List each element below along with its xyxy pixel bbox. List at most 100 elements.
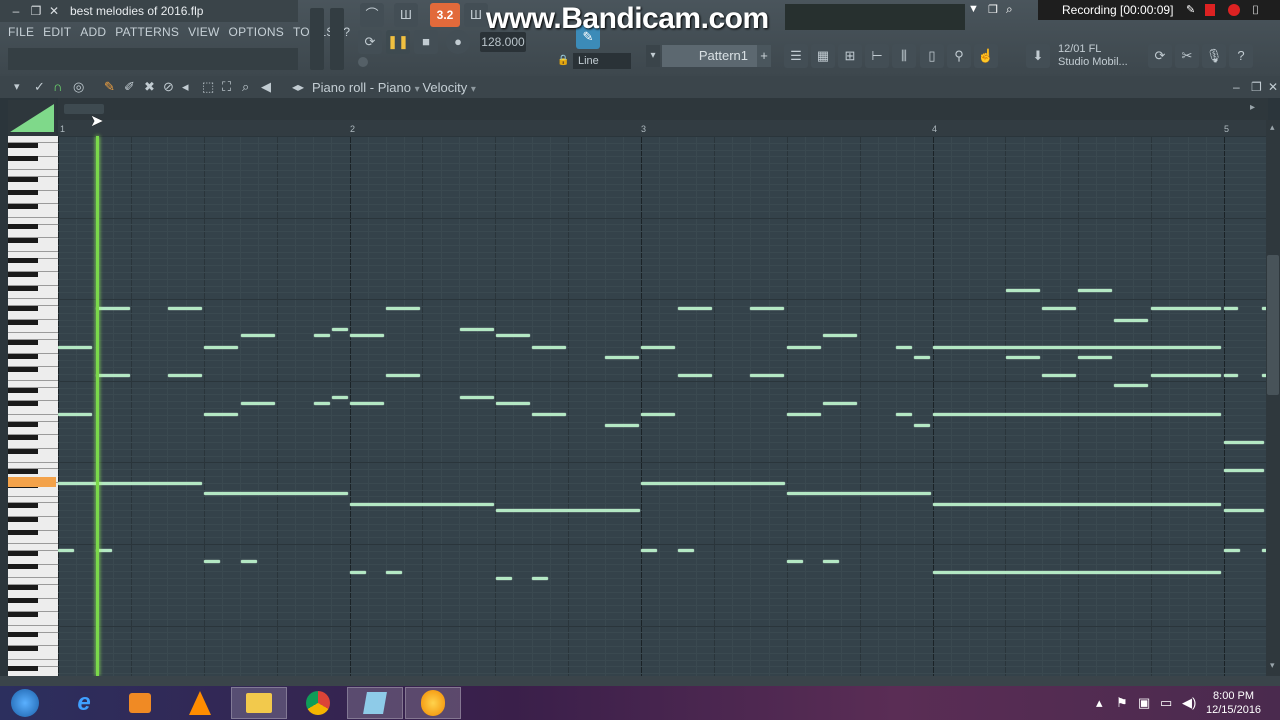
midi-note[interactable] (1151, 374, 1221, 377)
midi-note[interactable] (496, 577, 512, 580)
minimize-piano-roll-icon[interactable]: – (1233, 80, 1240, 94)
black-key[interactable] (8, 612, 38, 617)
midi-note[interactable] (58, 346, 92, 349)
midi-note[interactable] (1114, 384, 1148, 387)
midi-note[interactable] (787, 413, 821, 416)
midi-note[interactable] (1224, 469, 1264, 472)
cpu-icon[interactable]: ✂ (1175, 44, 1199, 68)
chrome-icon[interactable] (290, 687, 346, 719)
black-key[interactable] (8, 564, 38, 570)
midi-note[interactable] (96, 374, 130, 377)
midi-note[interactable] (332, 328, 348, 331)
midi-note[interactable] (350, 402, 384, 405)
midi-note[interactable] (96, 307, 130, 310)
midi-note[interactable] (914, 424, 930, 427)
black-key[interactable] (8, 448, 38, 454)
camera-icon[interactable]: ⌷ (1252, 3, 1259, 18)
midi-note[interactable] (460, 328, 494, 331)
black-key[interactable] (8, 306, 38, 311)
collapse-icon[interactable]: ▼ (968, 3, 979, 15)
download-icon[interactable]: ⬇ (1026, 44, 1050, 68)
maximize-piano-roll-icon[interactable]: ❐ (1251, 80, 1262, 94)
options-arrow-icon[interactable]: ▾ (14, 80, 20, 93)
tray-expand-icon[interactable]: ▴ (1096, 695, 1103, 711)
menu-file[interactable]: FILE (8, 25, 34, 41)
midi-note[interactable] (914, 356, 930, 359)
midi-note[interactable] (678, 549, 694, 552)
paint-brush-icon[interactable]: ✐ (124, 79, 135, 95)
midi-note[interactable] (641, 482, 785, 485)
playlist-icon[interactable]: ☰ (784, 44, 808, 68)
black-key[interactable] (8, 285, 38, 291)
midi-note[interactable] (1042, 374, 1076, 377)
piano-roll-icon[interactable]: ⊞ (838, 44, 862, 68)
speaker-icon[interactable]: ◀ (261, 79, 271, 95)
pencil-icon[interactable]: ✎ (1186, 3, 1195, 16)
wait-input-icon[interactable]: Ш (394, 3, 418, 27)
minimize-icon[interactable]: – (8, 3, 24, 19)
pattern-selector[interactable]: Pattern1 (662, 45, 758, 67)
black-key[interactable] (8, 340, 38, 345)
midi-note[interactable] (1042, 307, 1076, 310)
stop-icon[interactable]: ■ (414, 30, 438, 54)
midi-note[interactable] (386, 374, 420, 377)
windows-start-icon[interactable] (0, 687, 50, 719)
midi-note[interactable] (168, 374, 202, 377)
metronome-icon[interactable]: ⌒ (360, 3, 384, 27)
restore-icon[interactable]: ❐ (28, 3, 44, 19)
midi-note[interactable] (532, 346, 566, 349)
midi-note[interactable] (1078, 356, 1112, 359)
transport-knob[interactable] (358, 57, 368, 67)
midi-note[interactable] (1224, 441, 1264, 444)
mixer-icon[interactable]: ⫼ (892, 44, 916, 68)
news-panel[interactable]: 12/01 FL Studio Mobil... (1058, 43, 1128, 69)
volume-icon[interactable]: ◀) (1182, 695, 1196, 711)
midi-note[interactable] (823, 402, 857, 405)
select-icon[interactable]: ⬚ (202, 79, 214, 95)
midi-note[interactable] (204, 346, 238, 349)
zoom-icon[interactable]: ⛶ (222, 79, 231, 95)
midi-note[interactable] (1151, 307, 1221, 310)
network-icon[interactable]: ▣ (1138, 695, 1150, 711)
black-key[interactable] (8, 530, 38, 536)
piano-keyboard[interactable] (8, 136, 58, 676)
midi-note[interactable] (605, 356, 639, 359)
midi-note[interactable] (532, 577, 548, 580)
record-icon[interactable]: ● (446, 30, 470, 54)
midi-note[interactable] (896, 413, 912, 416)
black-key[interactable] (8, 353, 38, 359)
midi-note[interactable] (314, 334, 330, 337)
midi-note[interactable] (168, 307, 202, 310)
arrows-icon[interactable]: ◂▸ (292, 80, 304, 94)
file-explorer-icon[interactable] (231, 687, 287, 719)
midi-note[interactable] (750, 307, 784, 310)
menu-options[interactable]: OPTIONS (229, 25, 284, 41)
delete-icon[interactable]: ✖ (144, 79, 155, 95)
note-grid[interactable] (58, 136, 1266, 676)
black-key[interactable] (8, 632, 38, 638)
midi-note[interactable] (332, 396, 348, 399)
close-icon[interactable]: ✕ (46, 3, 62, 19)
browser-icon[interactable]: ⊢ (865, 44, 889, 68)
notepad-icon[interactable] (347, 687, 403, 719)
midi-note[interactable] (386, 571, 402, 574)
midi-note[interactable] (204, 492, 348, 495)
black-key[interactable] (8, 421, 38, 427)
midi-note[interactable] (678, 374, 712, 377)
wrench-icon[interactable]: ✓ (34, 79, 45, 95)
zoom-glass-icon[interactable]: ⌕ (242, 79, 249, 95)
loop-icon[interactable]: ⟳ (358, 30, 382, 54)
window-icon[interactable]: ❐ (988, 3, 998, 16)
timeline-ruler[interactable] (58, 120, 1268, 136)
black-key[interactable] (8, 401, 38, 407)
black-key[interactable] (8, 258, 38, 264)
midi-note[interactable] (823, 560, 839, 563)
snap-selector[interactable]: Line (573, 53, 631, 69)
midi-note[interactable] (750, 374, 784, 377)
black-key[interactable] (8, 319, 38, 325)
menu-edit[interactable]: EDIT (43, 25, 71, 41)
search-icon[interactable]: ⌕ (1006, 2, 1013, 17)
piano-roll-channel[interactable]: Piano roll - Piano (312, 80, 411, 95)
black-key[interactable] (8, 224, 38, 230)
add-pattern-button[interactable]: + (757, 45, 771, 67)
